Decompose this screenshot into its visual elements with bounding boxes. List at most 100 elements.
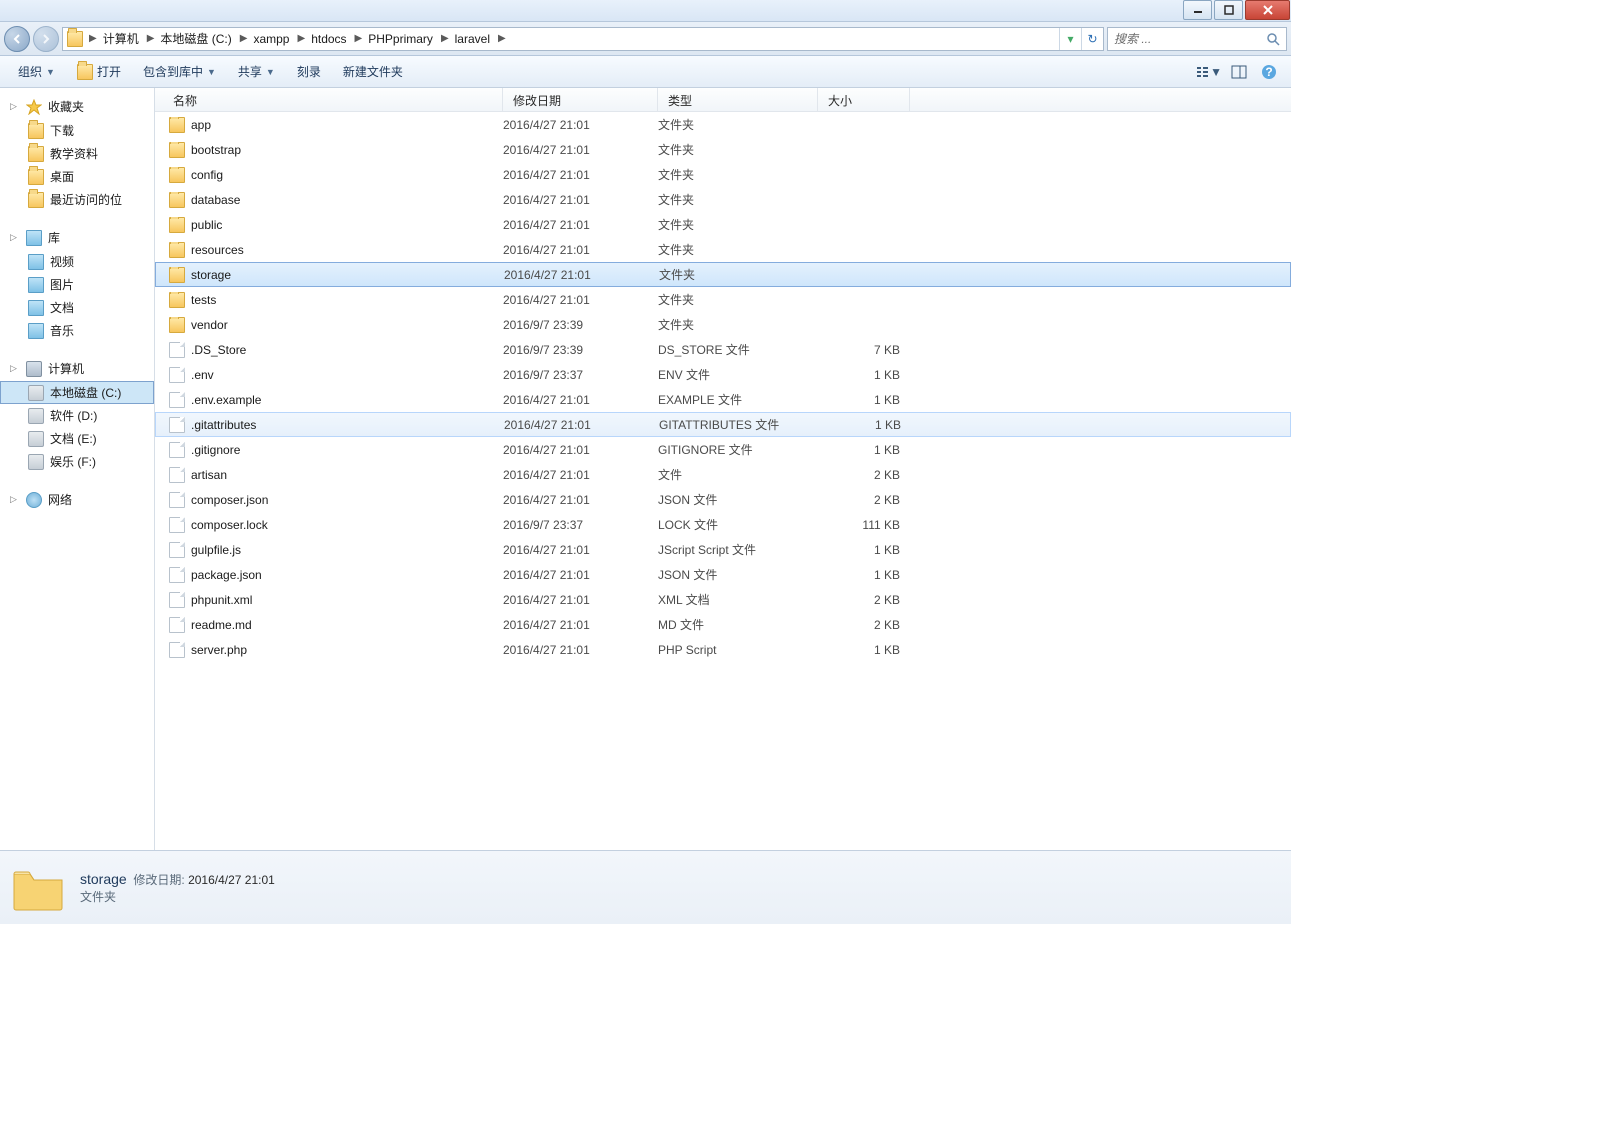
file-row[interactable]: composer.lock2016/9/7 23:37LOCK 文件111 KB bbox=[155, 512, 1291, 537]
sidebar-item[interactable]: 文档 (E:) bbox=[0, 427, 154, 450]
file-icon bbox=[169, 417, 185, 433]
file-type: ENV 文件 bbox=[658, 366, 818, 383]
file-row[interactable]: .gitignore2016/4/27 21:01GITIGNORE 文件1 K… bbox=[155, 437, 1291, 462]
sidebar-item[interactable]: 视频 bbox=[0, 250, 154, 273]
folder-icon bbox=[28, 192, 44, 208]
file-row[interactable]: vendor2016/9/7 23:39文件夹 bbox=[155, 312, 1291, 337]
chevron-right-icon[interactable]: ▶ bbox=[295, 33, 307, 44]
column-header-size[interactable]: 大小 bbox=[818, 88, 910, 111]
sidebar-group-libraries[interactable]: ▷库 bbox=[0, 225, 154, 250]
file-row[interactable]: .env2016/9/7 23:37ENV 文件1 KB bbox=[155, 362, 1291, 387]
folder-icon bbox=[169, 142, 185, 158]
folder-icon bbox=[169, 217, 185, 233]
file-type: 文件夹 bbox=[658, 291, 818, 308]
minimize-button[interactable] bbox=[1183, 0, 1212, 20]
file-row[interactable]: .DS_Store2016/9/7 23:39DS_STORE 文件7 KB bbox=[155, 337, 1291, 362]
file-row[interactable]: .env.example2016/4/27 21:01EXAMPLE 文件1 K… bbox=[155, 387, 1291, 412]
column-header-date[interactable]: 修改日期 bbox=[503, 88, 658, 111]
breadcrumb[interactable]: ▶ 计算机▶本地磁盘 (C:)▶xampp▶htdocs▶PHPprimary▶… bbox=[62, 27, 1104, 51]
breadcrumb-dropdown-button[interactable]: ▾ bbox=[1059, 28, 1081, 50]
file-size: 2 KB bbox=[818, 493, 910, 507]
open-button[interactable]: 打开 bbox=[67, 59, 131, 84]
share-menu[interactable]: 共享▼ bbox=[228, 59, 285, 84]
organize-menu[interactable]: 组织▼ bbox=[8, 59, 65, 84]
include-in-library-menu[interactable]: 包含到库中▼ bbox=[133, 59, 226, 84]
file-size: 2 KB bbox=[818, 468, 910, 482]
file-row[interactable]: config2016/4/27 21:01文件夹 bbox=[155, 162, 1291, 187]
chevron-right-icon[interactable]: ▶ bbox=[353, 33, 365, 44]
sidebar-group-network[interactable]: ▷网络 bbox=[0, 487, 154, 512]
chevron-right-icon[interactable]: ▶ bbox=[145, 33, 157, 44]
sidebar-item[interactable]: 最近访问的位 bbox=[0, 188, 154, 211]
sidebar-item[interactable]: 图片 bbox=[0, 273, 154, 296]
file-type: JScript Script 文件 bbox=[658, 541, 818, 558]
help-button[interactable]: ? bbox=[1255, 60, 1283, 84]
file-row[interactable]: .gitattributes2016/4/27 21:01GITATTRIBUT… bbox=[155, 412, 1291, 437]
breadcrumb-segment[interactable]: xampp bbox=[249, 28, 295, 50]
file-icon bbox=[169, 492, 185, 508]
chevron-right-icon[interactable]: ▶ bbox=[238, 33, 250, 44]
breadcrumb-segment[interactable]: htdocs bbox=[307, 28, 352, 50]
breadcrumb-segment[interactable]: 本地磁盘 (C:) bbox=[156, 28, 237, 50]
sidebar-item[interactable]: 下载 bbox=[0, 119, 154, 142]
file-row[interactable]: readme.md2016/4/27 21:01MD 文件2 KB bbox=[155, 612, 1291, 637]
file-row[interactable]: composer.json2016/4/27 21:01JSON 文件2 KB bbox=[155, 487, 1291, 512]
new-folder-button[interactable]: 新建文件夹 bbox=[333, 59, 413, 84]
toolbar: 组织▼ 打开 包含到库中▼ 共享▼ 刻录 新建文件夹 ▼ ? bbox=[0, 56, 1291, 88]
search-input[interactable]: 搜索 ... bbox=[1107, 27, 1287, 51]
sidebar-item[interactable]: 娱乐 (F:) bbox=[0, 450, 154, 473]
breadcrumb-segment[interactable]: laravel bbox=[451, 28, 496, 50]
sidebar-item[interactable]: 文档 bbox=[0, 296, 154, 319]
file-row[interactable]: storage2016/4/27 21:01文件夹 bbox=[155, 262, 1291, 287]
lib-icon bbox=[28, 277, 44, 293]
library-icon bbox=[26, 230, 42, 246]
file-row[interactable]: artisan2016/4/27 21:01文件2 KB bbox=[155, 462, 1291, 487]
sidebar-item[interactable]: 桌面 bbox=[0, 165, 154, 188]
file-row[interactable]: database2016/4/27 21:01文件夹 bbox=[155, 187, 1291, 212]
column-header-name[interactable]: 名称 bbox=[155, 88, 503, 111]
sidebar-item-label: 软件 (D:) bbox=[50, 407, 97, 424]
navigation-pane[interactable]: ▷收藏夹 下载教学资料桌面最近访问的位 ▷库 视频图片文档音乐 ▷计算机 本地磁… bbox=[0, 88, 155, 850]
preview-pane-button[interactable] bbox=[1225, 60, 1253, 84]
close-button[interactable] bbox=[1245, 0, 1290, 20]
sidebar-item[interactable]: 本地磁盘 (C:) bbox=[0, 381, 154, 404]
refresh-button[interactable]: ↻ bbox=[1081, 28, 1103, 50]
sidebar-group-computer[interactable]: ▷计算机 bbox=[0, 356, 154, 381]
file-size: 1 KB bbox=[818, 443, 910, 457]
nav-forward-button[interactable] bbox=[33, 26, 59, 52]
column-header-type[interactable]: 类型 bbox=[658, 88, 818, 111]
folder-icon bbox=[28, 169, 44, 185]
chevron-right-icon[interactable]: ▶ bbox=[87, 33, 99, 44]
sidebar-item[interactable]: 软件 (D:) bbox=[0, 404, 154, 427]
sidebar-group-favorites[interactable]: ▷收藏夹 bbox=[0, 94, 154, 119]
star-icon bbox=[26, 99, 42, 115]
file-size: 1 KB bbox=[818, 543, 910, 557]
file-date: 2016/4/27 21:01 bbox=[503, 543, 658, 557]
file-row[interactable]: app2016/4/27 21:01文件夹 bbox=[155, 112, 1291, 137]
chevron-right-icon[interactable]: ▶ bbox=[439, 33, 451, 44]
file-row[interactable]: phpunit.xml2016/4/27 21:01XML 文档2 KB bbox=[155, 587, 1291, 612]
sidebar-item[interactable]: 音乐 bbox=[0, 319, 154, 342]
folder-icon bbox=[28, 146, 44, 162]
view-options-button[interactable]: ▼ bbox=[1195, 60, 1223, 84]
breadcrumb-segment[interactable]: PHPprimary bbox=[364, 28, 439, 50]
file-row[interactable]: server.php2016/4/27 21:01PHP Script1 KB bbox=[155, 637, 1291, 662]
chevron-right-icon[interactable]: ▶ bbox=[496, 33, 508, 44]
maximize-button[interactable] bbox=[1214, 0, 1243, 20]
file-list[interactable]: 名称 修改日期 类型 大小 app2016/4/27 21:01文件夹boots… bbox=[155, 88, 1291, 850]
breadcrumb-segment[interactable]: 计算机 bbox=[99, 28, 145, 50]
file-name: config bbox=[191, 168, 223, 182]
file-row[interactable]: public2016/4/27 21:01文件夹 bbox=[155, 212, 1291, 237]
burn-button[interactable]: 刻录 bbox=[287, 59, 331, 84]
file-row[interactable]: gulpfile.js2016/4/27 21:01JScript Script… bbox=[155, 537, 1291, 562]
file-date: 2016/4/27 21:01 bbox=[503, 168, 658, 182]
file-name: vendor bbox=[191, 318, 228, 332]
file-row[interactable]: resources2016/4/27 21:01文件夹 bbox=[155, 237, 1291, 262]
file-row[interactable]: bootstrap2016/4/27 21:01文件夹 bbox=[155, 137, 1291, 162]
nav-back-button[interactable] bbox=[4, 26, 30, 52]
sidebar-item[interactable]: 教学资料 bbox=[0, 142, 154, 165]
details-type: 文件夹 bbox=[80, 888, 275, 905]
file-size: 2 KB bbox=[818, 593, 910, 607]
file-row[interactable]: tests2016/4/27 21:01文件夹 bbox=[155, 287, 1291, 312]
file-row[interactable]: package.json2016/4/27 21:01JSON 文件1 KB bbox=[155, 562, 1291, 587]
